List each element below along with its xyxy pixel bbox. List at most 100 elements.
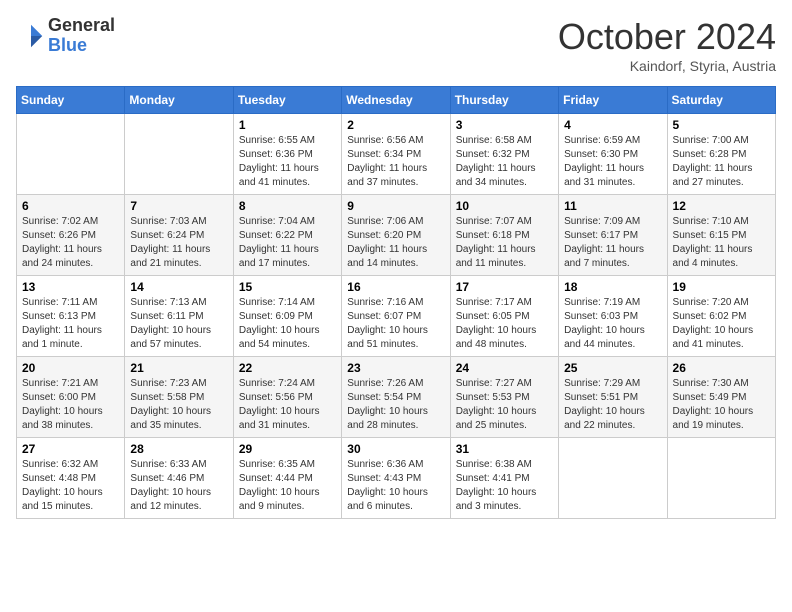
calendar-cell: 24 Sunrise: 7:27 AM Sunset: 5:53 PM Dayli… [450, 357, 558, 438]
calendar-header: SundayMondayTuesdayWednesdayThursdayFrid… [17, 87, 776, 114]
logo: General Blue [16, 16, 115, 56]
day-info: Sunrise: 7:17 AM Sunset: 6:05 PM Dayligh… [456, 296, 553, 352]
day-number: 16 [347, 280, 444, 294]
day-info: Sunrise: 7:16 AM Sunset: 6:07 PM Dayligh… [347, 296, 444, 352]
day-number: 5 [673, 118, 770, 132]
day-info: Sunrise: 6:33 AM Sunset: 4:46 PM Dayligh… [130, 458, 227, 514]
calendar-cell: 8 Sunrise: 7:04 AM Sunset: 6:22 PM Daylig… [233, 195, 341, 276]
calendar-cell: 9 Sunrise: 7:06 AM Sunset: 6:20 PM Daylig… [342, 195, 450, 276]
calendar-cell: 18 Sunrise: 7:19 AM Sunset: 6:03 PM Dayli… [559, 276, 667, 357]
day-info: Sunrise: 6:36 AM Sunset: 4:43 PM Dayligh… [347, 458, 444, 514]
day-info: Sunrise: 7:09 AM Sunset: 6:17 PM Dayligh… [564, 215, 661, 271]
day-number: 19 [673, 280, 770, 294]
day-number: 13 [22, 280, 119, 294]
weekday-header: Monday [125, 87, 233, 114]
logo-icon [16, 21, 46, 51]
day-number: 18 [564, 280, 661, 294]
day-info: Sunrise: 7:23 AM Sunset: 5:58 PM Dayligh… [130, 377, 227, 433]
day-number: 6 [22, 199, 119, 213]
day-info: Sunrise: 7:20 AM Sunset: 6:02 PM Dayligh… [673, 296, 770, 352]
calendar-cell: 31Sunrise: 6:38 AM Sunset: 4:41 PM Dayli… [450, 438, 558, 519]
day-number: 28 [130, 442, 227, 456]
weekday-header: Wednesday [342, 87, 450, 114]
calendar-cell: 16 Sunrise: 7:16 AM Sunset: 6:07 PM Dayli… [342, 276, 450, 357]
calendar-cell: 21 Sunrise: 7:23 AM Sunset: 5:58 PM Dayli… [125, 357, 233, 438]
day-number: 30 [347, 442, 444, 456]
day-number: 7 [130, 199, 227, 213]
day-info: Sunrise: 7:19 AM Sunset: 6:03 PM Dayligh… [564, 296, 661, 352]
day-number: 2 [347, 118, 444, 132]
calendar-cell: 26 Sunrise: 7:30 AM Sunset: 5:49 PM Dayli… [667, 357, 775, 438]
calendar-cell: 14Sunrise: 7:13 AM Sunset: 6:11 PM Dayli… [125, 276, 233, 357]
day-number: 26 [673, 361, 770, 375]
day-info: Sunrise: 6:32 AM Sunset: 4:48 PM Dayligh… [22, 458, 119, 514]
day-info: Sunrise: 7:06 AM Sunset: 6:20 PM Dayligh… [347, 215, 444, 271]
calendar-week-row: 6 Sunrise: 7:02 AM Sunset: 6:26 PM Daylig… [17, 195, 776, 276]
calendar-cell: 1 Sunrise: 6:55 AM Sunset: 6:36 PM Daylig… [233, 114, 341, 195]
day-info: Sunrise: 7:26 AM Sunset: 5:54 PM Dayligh… [347, 377, 444, 433]
day-number: 11 [564, 199, 661, 213]
day-info: Sunrise: 7:11 AM Sunset: 6:13 PM Dayligh… [22, 296, 119, 352]
weekday-header-row: SundayMondayTuesdayWednesdayThursdayFrid… [17, 87, 776, 114]
day-info: Sunrise: 7:04 AM Sunset: 6:22 PM Dayligh… [239, 215, 336, 271]
day-number: 21 [130, 361, 227, 375]
calendar-cell [125, 114, 233, 195]
day-number: 29 [239, 442, 336, 456]
day-info: Sunrise: 7:13 AM Sunset: 6:11 PM Dayligh… [130, 296, 227, 352]
day-info: Sunrise: 6:55 AM Sunset: 6:36 PM Dayligh… [239, 134, 336, 190]
calendar-body: 1 Sunrise: 6:55 AM Sunset: 6:36 PM Daylig… [17, 114, 776, 519]
calendar-cell: 22 Sunrise: 7:24 AM Sunset: 5:56 PM Dayli… [233, 357, 341, 438]
calendar-cell: 28 Sunrise: 6:33 AM Sunset: 4:46 PM Dayli… [125, 438, 233, 519]
day-number: 25 [564, 361, 661, 375]
weekday-header: Sunday [17, 87, 125, 114]
calendar-cell: 13 Sunrise: 7:11 AM Sunset: 6:13 PM Dayli… [17, 276, 125, 357]
calendar-cell: 2 Sunrise: 6:56 AM Sunset: 6:34 PM Daylig… [342, 114, 450, 195]
day-number: 15 [239, 280, 336, 294]
location-subtitle: Kaindorf, Styria, Austria [558, 58, 776, 74]
day-number: 22 [239, 361, 336, 375]
page-header: General Blue October 2024 Kaindorf, Styr… [16, 16, 776, 74]
calendar-cell: 20Sunrise: 7:21 AM Sunset: 6:00 PM Dayli… [17, 357, 125, 438]
day-number: 27 [22, 442, 119, 456]
logo-text: General Blue [48, 16, 115, 56]
day-info: Sunrise: 7:21 AM Sunset: 6:00 PM Dayligh… [22, 377, 119, 433]
day-info: Sunrise: 7:02 AM Sunset: 6:26 PM Dayligh… [22, 215, 119, 271]
day-info: Sunrise: 6:56 AM Sunset: 6:34 PM Dayligh… [347, 134, 444, 190]
calendar-week-row: 13 Sunrise: 7:11 AM Sunset: 6:13 PM Dayli… [17, 276, 776, 357]
day-info: Sunrise: 7:30 AM Sunset: 5:49 PM Dayligh… [673, 377, 770, 433]
day-number: 24 [456, 361, 553, 375]
logo-general: General [48, 16, 115, 36]
day-info: Sunrise: 7:27 AM Sunset: 5:53 PM Dayligh… [456, 377, 553, 433]
day-info: Sunrise: 7:03 AM Sunset: 6:24 PM Dayligh… [130, 215, 227, 271]
calendar-cell: 27 Sunrise: 6:32 AM Sunset: 4:48 PM Dayli… [17, 438, 125, 519]
calendar-cell: 15 Sunrise: 7:14 AM Sunset: 6:09 PM Dayli… [233, 276, 341, 357]
day-info: Sunrise: 6:38 AM Sunset: 4:41 PM Dayligh… [456, 458, 553, 514]
day-info: Sunrise: 7:07 AM Sunset: 6:18 PM Dayligh… [456, 215, 553, 271]
day-number: 8 [239, 199, 336, 213]
logo-blue: Blue [48, 36, 115, 56]
calendar-cell: 6 Sunrise: 7:02 AM Sunset: 6:26 PM Daylig… [17, 195, 125, 276]
calendar-cell [667, 438, 775, 519]
day-info: Sunrise: 6:59 AM Sunset: 6:30 PM Dayligh… [564, 134, 661, 190]
calendar-cell: 3 Sunrise: 6:58 AM Sunset: 6:32 PM Daylig… [450, 114, 558, 195]
day-number: 1 [239, 118, 336, 132]
weekday-header: Friday [559, 87, 667, 114]
day-number: 17 [456, 280, 553, 294]
calendar-cell: 4 Sunrise: 6:59 AM Sunset: 6:30 PM Daylig… [559, 114, 667, 195]
day-info: Sunrise: 7:29 AM Sunset: 5:51 PM Dayligh… [564, 377, 661, 433]
month-title: October 2024 [558, 16, 776, 58]
calendar-cell: 7 Sunrise: 7:03 AM Sunset: 6:24 PM Daylig… [125, 195, 233, 276]
day-info: Sunrise: 7:24 AM Sunset: 5:56 PM Dayligh… [239, 377, 336, 433]
day-number: 23 [347, 361, 444, 375]
weekday-header: Tuesday [233, 87, 341, 114]
day-number: 9 [347, 199, 444, 213]
calendar-cell: 11 Sunrise: 7:09 AM Sunset: 6:17 PM Dayli… [559, 195, 667, 276]
day-info: Sunrise: 6:58 AM Sunset: 6:32 PM Dayligh… [456, 134, 553, 190]
weekday-header: Thursday [450, 87, 558, 114]
day-info: Sunrise: 7:14 AM Sunset: 6:09 PM Dayligh… [239, 296, 336, 352]
calendar-cell: 25 Sunrise: 7:29 AM Sunset: 5:51 PM Dayli… [559, 357, 667, 438]
calendar-cell: 19 Sunrise: 7:20 AM Sunset: 6:02 PM Dayli… [667, 276, 775, 357]
weekday-header: Saturday [667, 87, 775, 114]
day-number: 3 [456, 118, 553, 132]
day-number: 4 [564, 118, 661, 132]
